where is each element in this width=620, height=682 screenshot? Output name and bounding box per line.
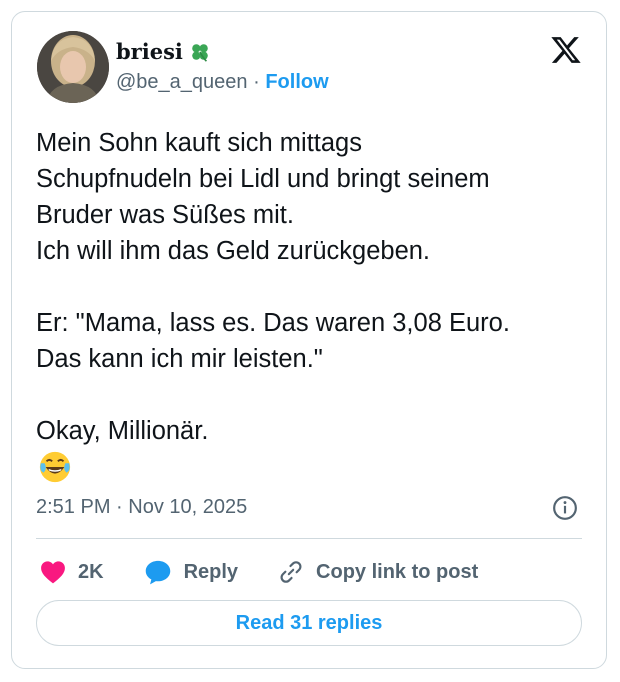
four-leaf-clover-icon	[192, 43, 208, 62]
avatar[interactable]	[37, 31, 109, 103]
divider	[36, 538, 582, 539]
avatar-image	[37, 31, 109, 103]
reply-button[interactable]: Reply	[144, 559, 238, 585]
copy-link-button[interactable]: Copy link to post	[278, 559, 478, 585]
like-button[interactable]: 2K	[40, 560, 104, 584]
action-bar: 2K Reply Copy link to post	[36, 554, 478, 590]
copy-link-label: Copy link to post	[316, 560, 479, 583]
tweet-card: briesi @be_a_queen · Follow Mein Sohn ka…	[11, 11, 607, 669]
follow-button[interactable]: Follow	[265, 71, 328, 93]
like-count: 2K	[78, 560, 104, 583]
user-handle[interactable]: @be_a_queen	[116, 71, 248, 93]
tweet-text: Mein Sohn kauft sich mittags Schupfnudel…	[36, 129, 510, 445]
name-row: briesi	[116, 39, 211, 64]
handle-row: @be_a_queen · Follow	[116, 71, 329, 94]
face-with-tears-of-joy-icon	[39, 451, 71, 483]
reply-bubble-icon	[145, 560, 170, 585]
tweet-timestamp[interactable]: 2:51 PM · Nov 10, 2025	[36, 496, 247, 519]
reply-label: Reply	[183, 560, 239, 583]
read-replies-button[interactable]: Read 31 replies	[36, 600, 582, 646]
heart-icon	[41, 561, 65, 584]
separator: ·	[247, 71, 266, 93]
display-name[interactable]: briesi	[116, 39, 183, 64]
x-logo-icon[interactable]	[550, 34, 582, 66]
link-icon	[280, 561, 302, 583]
info-icon[interactable]	[552, 495, 578, 521]
